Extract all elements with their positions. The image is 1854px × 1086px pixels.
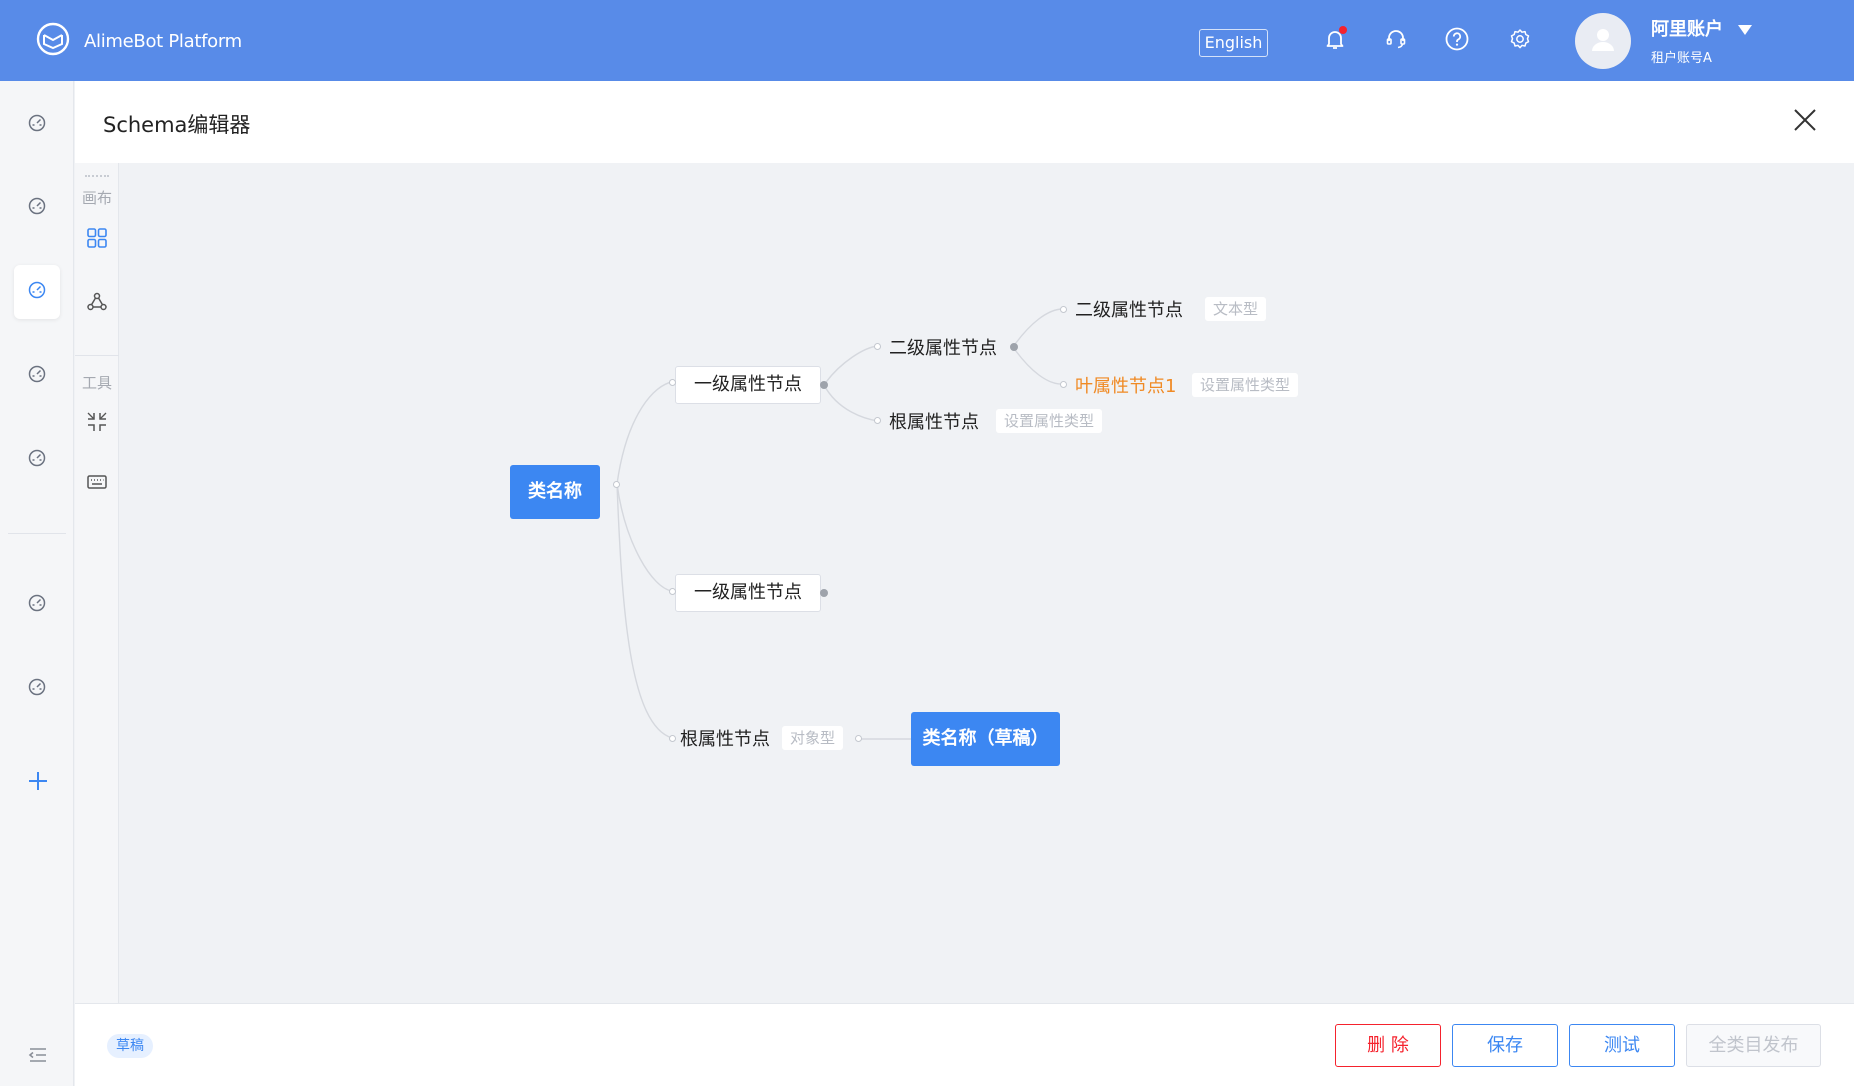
draft-class-node[interactable]: 类名称（草稿） — [911, 712, 1060, 766]
connector-port[interactable] — [669, 379, 676, 386]
keyboard-shortcut-button[interactable] — [82, 469, 112, 499]
toolstrip-divider — [75, 355, 119, 356]
editor-toolstrip: 画布 工具 — [75, 163, 119, 1003]
mindmap-tool-button[interactable] — [82, 289, 112, 319]
nav-item-2[interactable] — [14, 181, 60, 235]
nav-item-1[interactable] — [14, 98, 60, 152]
expand-dot[interactable] — [1010, 343, 1018, 351]
root-attribute-node[interactable]: 根属性节点 — [889, 408, 979, 434]
menu-fold-icon — [27, 1044, 49, 1070]
caret-down-icon[interactable] — [1738, 20, 1752, 39]
tools-section-label: 工具 — [81, 374, 112, 392]
connector-port[interactable] — [1060, 306, 1067, 313]
attribute-type-tag[interactable]: 文本型 — [1205, 297, 1267, 321]
collapse-sidebar-button[interactable] — [22, 1041, 54, 1073]
question-circle-icon — [1444, 26, 1470, 56]
attribute-type-tag[interactable]: 对象型 — [782, 726, 844, 750]
user-icon — [1588, 24, 1618, 58]
dashboard-gauge-icon — [27, 677, 47, 701]
delete-button[interactable]: 删 除 — [1335, 1024, 1441, 1067]
dashboard-gauge-icon — [27, 593, 47, 617]
level1-attribute-node[interactable]: 一级属性节点 — [675, 574, 821, 612]
dashboard-gauge-icon — [27, 196, 47, 220]
dashboard-gauge-icon — [27, 448, 47, 472]
gear-icon — [1508, 27, 1532, 55]
editor-header: Schema编辑器 — [75, 81, 1854, 163]
level2-group-node[interactable]: 二级属性节点 — [889, 334, 997, 360]
drag-handle[interactable] — [85, 175, 109, 179]
page-title: Schema编辑器 — [103, 113, 251, 137]
network-icon — [86, 291, 108, 317]
connector-port[interactable] — [874, 417, 881, 424]
nav-item-3-active[interactable] — [14, 265, 60, 319]
root-attribute-node[interactable]: 根属性节点 — [680, 725, 770, 751]
save-button[interactable]: 保存 — [1452, 1024, 1558, 1067]
schema-canvas[interactable]: 类名称 一级属性节点 二级属性节点 二级属性节点 文本型 叶属性节点1 设置属性… — [120, 163, 1854, 1003]
expand-dot[interactable] — [820, 589, 828, 597]
notification-button[interactable] — [1320, 26, 1350, 56]
connector-port[interactable] — [855, 735, 862, 742]
connector-port[interactable] — [669, 588, 676, 595]
account-tenant: 租户账号A — [1651, 51, 1712, 66]
level2-text-node[interactable]: 二级属性节点 — [1075, 296, 1183, 322]
grid-icon — [86, 227, 108, 253]
dashboard-gauge-icon — [27, 364, 47, 388]
layout-tool-button[interactable] — [82, 225, 112, 255]
test-button[interactable]: 测试 — [1569, 1024, 1675, 1067]
help-button[interactable] — [1442, 26, 1472, 56]
dashboard-gauge-icon — [27, 113, 47, 137]
nav-item-6[interactable] — [14, 578, 60, 632]
customer-service-button[interactable] — [1381, 26, 1411, 56]
root-class-node[interactable]: 类名称 — [510, 465, 600, 519]
left-navigation-rail — [0, 81, 74, 1086]
close-icon — [1792, 107, 1818, 137]
editor-footer: 草稿 删 除 保存 测试 全类目发布 — [75, 1003, 1854, 1086]
status-badge: 草稿 — [107, 1034, 153, 1058]
plus-icon — [26, 769, 50, 797]
leaf-attribute-node[interactable]: 叶属性节点1 — [1075, 372, 1176, 398]
publish-all-categories-button[interactable]: 全类目发布 — [1686, 1024, 1821, 1067]
attribute-type-tag[interactable]: 设置属性类型 — [996, 409, 1103, 433]
tree-connector-lines — [616, 308, 1064, 740]
compress-icon — [86, 411, 108, 437]
expand-dot[interactable] — [820, 381, 828, 389]
rail-divider — [8, 533, 66, 534]
language-switch-button[interactable]: English — [1199, 29, 1268, 57]
brand-logo-icon — [34, 20, 72, 62]
connector-port[interactable] — [1060, 381, 1067, 388]
account-name[interactable]: 阿里账户 — [1651, 15, 1723, 41]
nav-item-5[interactable] — [14, 433, 60, 487]
notification-dot — [1339, 26, 1347, 34]
connector-port[interactable] — [613, 481, 620, 488]
headset-icon — [1384, 27, 1408, 55]
connector-port[interactable] — [669, 735, 676, 742]
brand-name: AlimeBot Platform — [84, 30, 242, 52]
nav-item-4[interactable] — [14, 349, 60, 403]
keyboard-icon — [86, 471, 108, 497]
level1-attribute-node[interactable]: 一级属性节点 — [675, 366, 821, 404]
top-navigation-bar: AlimeBot Platform English 阿里账户 租户账号A — [0, 0, 1854, 81]
add-button[interactable] — [22, 767, 54, 799]
connector-port[interactable] — [874, 343, 881, 350]
fit-view-button[interactable] — [82, 409, 112, 439]
nav-item-7[interactable] — [14, 662, 60, 716]
canvas-section-label: 画布 — [81, 189, 112, 207]
close-button[interactable] — [1790, 107, 1820, 137]
brand[interactable]: AlimeBot Platform — [34, 20, 242, 62]
avatar[interactable] — [1575, 13, 1631, 69]
attribute-type-tag[interactable]: 设置属性类型 — [1192, 373, 1299, 397]
dashboard-gauge-icon — [27, 280, 47, 304]
settings-button[interactable] — [1505, 26, 1535, 56]
